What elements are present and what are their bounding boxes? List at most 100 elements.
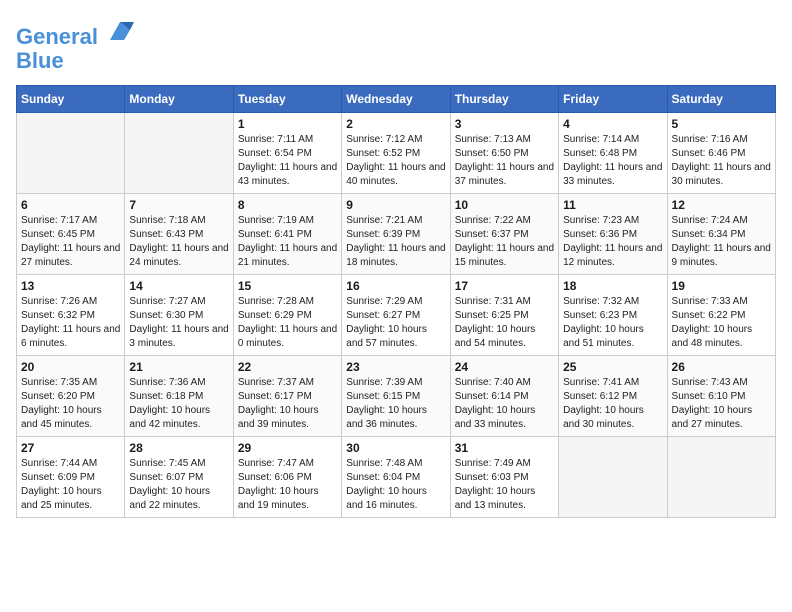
- day-number: 5: [672, 117, 771, 131]
- day-header-sunday: Sunday: [17, 86, 125, 113]
- day-number: 18: [563, 279, 662, 293]
- day-number: 11: [563, 198, 662, 212]
- day-info: Sunrise: 7:11 AMSunset: 6:54 PMDaylight:…: [238, 133, 337, 189]
- day-header-monday: Monday: [125, 86, 233, 113]
- day-cell: 25 Sunrise: 7:41 AMSunset: 6:12 PMDayligh…: [559, 356, 667, 437]
- day-cell: 18 Sunrise: 7:32 AMSunset: 6:23 PMDayligh…: [559, 275, 667, 356]
- day-info: Sunrise: 7:12 AMSunset: 6:52 PMDaylight:…: [346, 133, 445, 189]
- day-cell: 19 Sunrise: 7:33 AMSunset: 6:22 PMDayligh…: [667, 275, 775, 356]
- day-cell: 15Sunrise: 7:28 AMSunset: 6:29 PMDayligh…: [233, 275, 341, 356]
- week-row-4: 20 Sunrise: 7:35 AMSunset: 6:20 PMDayligh…: [17, 356, 776, 437]
- day-number: 16: [346, 279, 445, 293]
- day-number: 29: [238, 441, 337, 455]
- day-number: 17: [455, 279, 554, 293]
- logo-blue: Blue: [16, 48, 64, 73]
- logo: General Blue: [16, 16, 134, 73]
- week-row-1: 1 Sunrise: 7:11 AMSunset: 6:54 PMDaylight…: [17, 113, 776, 194]
- day-info: Sunrise: 7:26 AMSunset: 6:32 PMDaylight:…: [21, 295, 120, 351]
- day-cell: 28Sunrise: 7:45 AMSunset: 6:07 PMDayligh…: [125, 437, 233, 518]
- day-cell: 6 Sunrise: 7:17 AMSunset: 6:45 PMDaylight…: [17, 194, 125, 275]
- day-number: 10: [455, 198, 554, 212]
- day-info: Sunrise: 7:29 AMSunset: 6:27 PMDaylight:…: [346, 295, 445, 351]
- day-info: Sunrise: 7:36 AMSunset: 6:18 PMDaylight:…: [129, 376, 228, 432]
- day-cell: 7Sunrise: 7:18 AMSunset: 6:43 PMDaylight…: [125, 194, 233, 275]
- day-number: 25: [563, 360, 662, 374]
- day-info: Sunrise: 7:43 AMSunset: 6:10 PMDaylight:…: [672, 376, 771, 432]
- day-number: 21: [129, 360, 228, 374]
- day-number: 30: [346, 441, 445, 455]
- day-header-thursday: Thursday: [450, 86, 558, 113]
- day-cell: 10 Sunrise: 7:22 AMSunset: 6:37 PMDayligh…: [450, 194, 558, 275]
- day-info: Sunrise: 7:18 AMSunset: 6:43 PMDaylight:…: [129, 214, 228, 270]
- page-header: General Blue: [16, 16, 776, 73]
- day-cell: 4Sunrise: 7:14 AMSunset: 6:48 PMDaylight…: [559, 113, 667, 194]
- day-info: Sunrise: 7:40 AMSunset: 6:14 PMDaylight:…: [455, 376, 554, 432]
- day-cell: 2 Sunrise: 7:12 AMSunset: 6:52 PMDaylight…: [342, 113, 450, 194]
- day-cell: [125, 113, 233, 194]
- day-info: Sunrise: 7:35 AMSunset: 6:20 PMDaylight:…: [21, 376, 120, 432]
- day-number: 9: [346, 198, 445, 212]
- day-info: Sunrise: 7:39 AMSunset: 6:15 PMDaylight:…: [346, 376, 445, 432]
- day-cell: 31 Sunrise: 7:49 AMSunset: 6:03 PMDayligh…: [450, 437, 558, 518]
- day-info: Sunrise: 7:24 AMSunset: 6:34 PMDaylight:…: [672, 214, 771, 270]
- day-cell: 29 Sunrise: 7:47 AMSunset: 6:06 PMDayligh…: [233, 437, 341, 518]
- day-number: 31: [455, 441, 554, 455]
- day-info: Sunrise: 7:16 AMSunset: 6:46 PMDaylight:…: [672, 133, 771, 189]
- day-cell: 5 Sunrise: 7:16 AMSunset: 6:46 PMDaylight…: [667, 113, 775, 194]
- calendar-table: SundayMondayTuesdayWednesdayThursdayFrid…: [16, 85, 776, 518]
- day-number: 13: [21, 279, 120, 293]
- day-cell: 9 Sunrise: 7:21 AMSunset: 6:39 PMDaylight…: [342, 194, 450, 275]
- day-cell: 16 Sunrise: 7:29 AMSunset: 6:27 PMDayligh…: [342, 275, 450, 356]
- day-info: Sunrise: 7:41 AMSunset: 6:12 PMDaylight:…: [563, 376, 662, 432]
- day-cell: 11Sunrise: 7:23 AMSunset: 6:36 PMDayligh…: [559, 194, 667, 275]
- day-info: Sunrise: 7:17 AMSunset: 6:45 PMDaylight:…: [21, 214, 120, 270]
- day-info: Sunrise: 7:49 AMSunset: 6:03 PMDaylight:…: [455, 457, 554, 513]
- day-number: 12: [672, 198, 771, 212]
- day-info: Sunrise: 7:32 AMSunset: 6:23 PMDaylight:…: [563, 295, 662, 351]
- day-number: 3: [455, 117, 554, 131]
- day-cell: [17, 113, 125, 194]
- day-number: 24: [455, 360, 554, 374]
- day-header-saturday: Saturday: [667, 86, 775, 113]
- day-number: 28: [129, 441, 228, 455]
- day-header-wednesday: Wednesday: [342, 86, 450, 113]
- day-info: Sunrise: 7:27 AMSunset: 6:30 PMDaylight:…: [129, 295, 228, 351]
- day-info: Sunrise: 7:44 AMSunset: 6:09 PMDaylight:…: [21, 457, 120, 513]
- day-number: 2: [346, 117, 445, 131]
- week-row-3: 13 Sunrise: 7:26 AMSunset: 6:32 PMDayligh…: [17, 275, 776, 356]
- day-number: 6: [21, 198, 120, 212]
- logo-icon: [106, 16, 134, 44]
- day-number: 1: [238, 117, 337, 131]
- day-number: 27: [21, 441, 120, 455]
- day-number: 20: [21, 360, 120, 374]
- day-cell: 21 Sunrise: 7:36 AMSunset: 6:18 PMDayligh…: [125, 356, 233, 437]
- day-number: 14: [129, 279, 228, 293]
- day-info: Sunrise: 7:48 AMSunset: 6:04 PMDaylight:…: [346, 457, 445, 513]
- day-cell: 3 Sunrise: 7:13 AMSunset: 6:50 PMDaylight…: [450, 113, 558, 194]
- day-cell: 17 Sunrise: 7:31 AMSunset: 6:25 PMDayligh…: [450, 275, 558, 356]
- day-number: 19: [672, 279, 771, 293]
- day-info: Sunrise: 7:22 AMSunset: 6:37 PMDaylight:…: [455, 214, 554, 270]
- day-info: Sunrise: 7:28 AMSunset: 6:29 PMDaylight:…: [238, 295, 337, 351]
- day-cell: 22Sunrise: 7:37 AMSunset: 6:17 PMDayligh…: [233, 356, 341, 437]
- day-info: Sunrise: 7:13 AMSunset: 6:50 PMDaylight:…: [455, 133, 554, 189]
- week-row-2: 6 Sunrise: 7:17 AMSunset: 6:45 PMDaylight…: [17, 194, 776, 275]
- day-cell: 1 Sunrise: 7:11 AMSunset: 6:54 PMDaylight…: [233, 113, 341, 194]
- day-info: Sunrise: 7:47 AMSunset: 6:06 PMDaylight:…: [238, 457, 337, 513]
- day-cell: [559, 437, 667, 518]
- logo-general: General: [16, 24, 98, 49]
- day-info: Sunrise: 7:33 AMSunset: 6:22 PMDaylight:…: [672, 295, 771, 351]
- day-info: Sunrise: 7:19 AMSunset: 6:41 PMDaylight:…: [238, 214, 337, 270]
- days-header-row: SundayMondayTuesdayWednesdayThursdayFrid…: [17, 86, 776, 113]
- day-info: Sunrise: 7:14 AMSunset: 6:48 PMDaylight:…: [563, 133, 662, 189]
- day-cell: 23Sunrise: 7:39 AMSunset: 6:15 PMDayligh…: [342, 356, 450, 437]
- day-cell: 27 Sunrise: 7:44 AMSunset: 6:09 PMDayligh…: [17, 437, 125, 518]
- day-info: Sunrise: 7:31 AMSunset: 6:25 PMDaylight:…: [455, 295, 554, 351]
- day-number: 8: [238, 198, 337, 212]
- day-cell: 30 Sunrise: 7:48 AMSunset: 6:04 PMDayligh…: [342, 437, 450, 518]
- day-cell: 8 Sunrise: 7:19 AMSunset: 6:41 PMDaylight…: [233, 194, 341, 275]
- day-cell: 24 Sunrise: 7:40 AMSunset: 6:14 PMDayligh…: [450, 356, 558, 437]
- day-info: Sunrise: 7:21 AMSunset: 6:39 PMDaylight:…: [346, 214, 445, 270]
- day-cell: 14 Sunrise: 7:27 AMSunset: 6:30 PMDayligh…: [125, 275, 233, 356]
- day-header-friday: Friday: [559, 86, 667, 113]
